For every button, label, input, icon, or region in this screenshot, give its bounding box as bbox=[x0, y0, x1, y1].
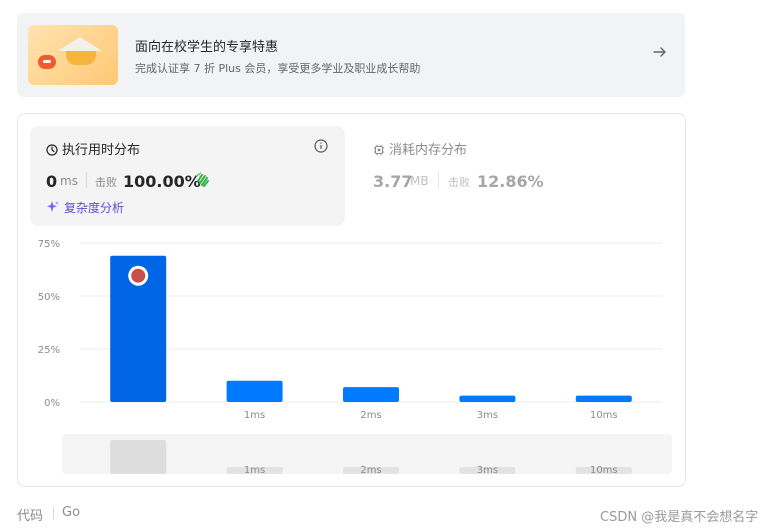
divider bbox=[53, 507, 54, 520]
code-language: Go bbox=[62, 505, 81, 520]
x-tick-label: 3ms bbox=[477, 410, 498, 421]
user-avatar-marker-inner bbox=[131, 268, 146, 283]
bar bbox=[226, 380, 283, 402]
runtime-distribution-chart[interactable]: 0% 25% 50% 75% 1ms 2ms 3ms 10ms 1ms 2ms 3ms 10ms bbox=[0, 0, 779, 528]
bar bbox=[343, 387, 399, 402]
code-label: 代码 bbox=[17, 509, 44, 524]
x-tick-label: 10ms bbox=[590, 410, 618, 421]
y-tick-label: 25% bbox=[38, 345, 60, 356]
x-tick-label: 1ms bbox=[244, 410, 265, 421]
navigator-bar bbox=[110, 440, 167, 474]
y-tick-label: 50% bbox=[38, 292, 60, 303]
x-tick-label: 2ms bbox=[360, 410, 381, 421]
y-tick-label: 75% bbox=[38, 239, 60, 250]
submission-result-page: 面向在校学生的专享特惠 完成认证享 7 折 Plus 会员，享受更多学业及职业成… bbox=[0, 0, 779, 528]
bar bbox=[459, 395, 516, 402]
y-tick-label: 0% bbox=[44, 398, 60, 409]
watermark: CSDN @我是真不会想名字 bbox=[600, 510, 759, 525]
navigator-label: 10ms bbox=[590, 465, 618, 476]
bar bbox=[575, 395, 632, 402]
navigator-label: 3ms bbox=[477, 465, 498, 476]
navigator-label: 1ms bbox=[244, 465, 265, 476]
navigator-label: 2ms bbox=[360, 465, 381, 476]
